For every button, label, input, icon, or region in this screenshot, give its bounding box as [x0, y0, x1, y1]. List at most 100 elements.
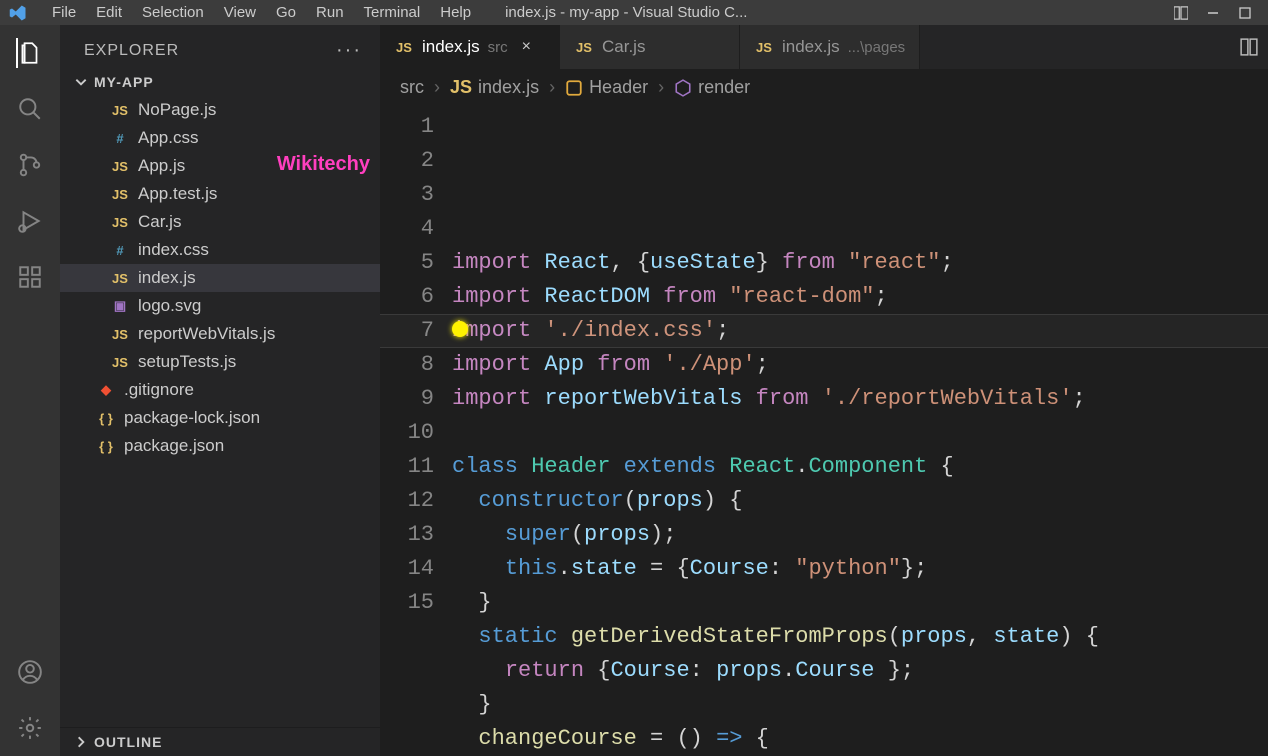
line-number: 14	[380, 552, 434, 586]
file-item[interactable]: JSreportWebVitals.js	[60, 320, 380, 348]
file-tree[interactable]: JSNoPage.js#App.cssJSApp.jsJSApp.test.js…	[60, 96, 380, 727]
file-item[interactable]: { }package-lock.json	[60, 404, 380, 432]
code-line[interactable]: import reportWebVitals from './reportWeb…	[452, 382, 1268, 416]
crumb-folder[interactable]: src	[400, 77, 424, 98]
run-debug-icon[interactable]	[16, 207, 44, 235]
line-number: 9	[380, 382, 434, 416]
window-controls	[1174, 6, 1252, 20]
explorer-icon[interactable]	[16, 39, 44, 67]
file-item[interactable]: #App.css	[60, 124, 380, 152]
code-line[interactable]: import App from './App';	[452, 348, 1268, 382]
code-line[interactable]	[452, 416, 1268, 450]
file-item[interactable]: ◆.gitignore	[60, 376, 380, 404]
code-line[interactable]: super(props);	[452, 518, 1268, 552]
code-line[interactable]: class Header extends React.Component {	[452, 450, 1268, 484]
sidebar-header: EXPLORER ···	[60, 25, 380, 68]
sidebar-title: EXPLORER	[84, 42, 179, 60]
chevron-right-icon: ›	[434, 77, 440, 98]
class-icon	[565, 79, 583, 97]
file-item[interactable]: ▣logo.svg	[60, 292, 380, 320]
file-label: reportWebVitals.js	[138, 324, 275, 344]
line-number: 10	[380, 416, 434, 450]
js-file-icon: JS	[394, 39, 414, 55]
editor-tab[interactable]: JSCar.js	[560, 25, 740, 69]
menu-edit[interactable]: Edit	[86, 0, 132, 25]
file-label: .gitignore	[124, 380, 194, 400]
line-number: 15	[380, 586, 434, 620]
line-number: 11	[380, 450, 434, 484]
file-item[interactable]: JSsetupTests.js	[60, 348, 380, 376]
menu-go[interactable]: Go	[266, 0, 306, 25]
file-item[interactable]: JSindex.js	[60, 264, 380, 292]
menu-terminal[interactable]: Terminal	[354, 0, 431, 25]
file-item[interactable]: JSApp.test.js	[60, 180, 380, 208]
menu-help[interactable]: Help	[430, 0, 481, 25]
minimize-icon[interactable]	[1206, 6, 1220, 20]
tab-label: index.js	[422, 37, 480, 57]
code-line[interactable]: import ReactDOM from "react-dom";	[452, 280, 1268, 314]
tab-label: Car.js	[602, 37, 645, 57]
code-line[interactable]: }	[452, 586, 1268, 620]
titlebar: FileEditSelectionViewGoRunTerminalHelp i…	[0, 0, 1268, 25]
menu-file[interactable]: File	[42, 0, 86, 25]
file-label: setupTests.js	[138, 352, 236, 372]
js-file-icon: JS	[754, 39, 774, 55]
crumb-class[interactable]: Header	[565, 77, 648, 98]
chevron-down-icon	[74, 75, 88, 89]
window-title: index.js - my-app - Visual Studio C...	[505, 4, 1170, 21]
layout-icon[interactable]	[1174, 6, 1188, 20]
crumb-file[interactable]: JSindex.js	[450, 77, 539, 98]
file-label: Car.js	[138, 212, 181, 232]
code-content[interactable]: import React, {useState} from "react";im…	[452, 106, 1268, 756]
menu-selection[interactable]: Selection	[132, 0, 214, 25]
tab-dir: src	[488, 39, 508, 56]
tab-dir: ...\pages	[848, 39, 906, 56]
code-line[interactable]: changeCourse = () => {	[452, 722, 1268, 756]
folder-name: MY-APP	[94, 74, 154, 90]
code-line[interactable]: return {Course: props.Course };	[452, 654, 1268, 688]
vscode-logo-icon	[8, 3, 28, 23]
settings-gear-icon[interactable]	[16, 714, 44, 742]
line-number: 13	[380, 518, 434, 552]
outline-label: OUTLINE	[94, 734, 162, 750]
code-line[interactable]: static getDerivedStateFromProps(props, s…	[452, 620, 1268, 654]
menu-run[interactable]: Run	[306, 0, 354, 25]
account-icon[interactable]	[16, 658, 44, 686]
maximize-icon[interactable]	[1238, 6, 1252, 20]
file-item[interactable]: JSCar.js	[60, 208, 380, 236]
line-number: 8	[380, 348, 434, 382]
split-editor-icon[interactable]	[1240, 38, 1258, 56]
code-editor[interactable]: 123456789101112131415 import React, {use…	[380, 106, 1268, 756]
tab-bar: JSindex.jssrc×JSCar.jsJSindex.js...\page…	[380, 25, 1268, 69]
code-line[interactable]: constructor(props) {	[452, 484, 1268, 518]
file-label: logo.svg	[138, 296, 201, 316]
line-number: 3	[380, 178, 434, 212]
file-item[interactable]: JSNoPage.js	[60, 96, 380, 124]
source-control-icon[interactable]	[16, 151, 44, 179]
sidebar: EXPLORER ··· MY-APP JSNoPage.js#App.cssJ…	[60, 25, 380, 756]
code-line[interactable]: import React, {useState} from "react";	[452, 246, 1268, 280]
menu-view[interactable]: View	[214, 0, 266, 25]
code-line[interactable]: this.state = {Course: "python"};	[452, 552, 1268, 586]
breadcrumb[interactable]: src › JSindex.js › Header › render	[380, 69, 1268, 106]
file-item[interactable]: #index.css	[60, 236, 380, 264]
editor-tab[interactable]: JSindex.js...\pages	[740, 25, 920, 69]
extensions-icon[interactable]	[16, 263, 44, 291]
chevron-right-icon: ›	[658, 77, 664, 98]
close-tab-icon[interactable]: ×	[522, 38, 531, 56]
crumb-method[interactable]: render	[674, 77, 750, 98]
editor-tab[interactable]: JS index.js src ×	[380, 25, 560, 69]
file-label: App.css	[138, 128, 198, 148]
file-item[interactable]: { }package.json	[60, 432, 380, 460]
code-line[interactable]: }	[452, 688, 1268, 722]
file-label: package.json	[124, 436, 224, 456]
sidebar-more-icon[interactable]: ···	[336, 39, 362, 62]
main: EXPLORER ··· MY-APP JSNoPage.js#App.cssJ…	[0, 25, 1268, 756]
search-icon[interactable]	[16, 95, 44, 123]
outline-header[interactable]: OUTLINE	[60, 727, 380, 756]
chevron-right-icon: ›	[549, 77, 555, 98]
code-line[interactable]: import './index.css';	[452, 314, 1268, 348]
file-item[interactable]: JSApp.js	[60, 152, 380, 180]
folder-header[interactable]: MY-APP	[60, 68, 380, 96]
method-icon	[674, 79, 692, 97]
